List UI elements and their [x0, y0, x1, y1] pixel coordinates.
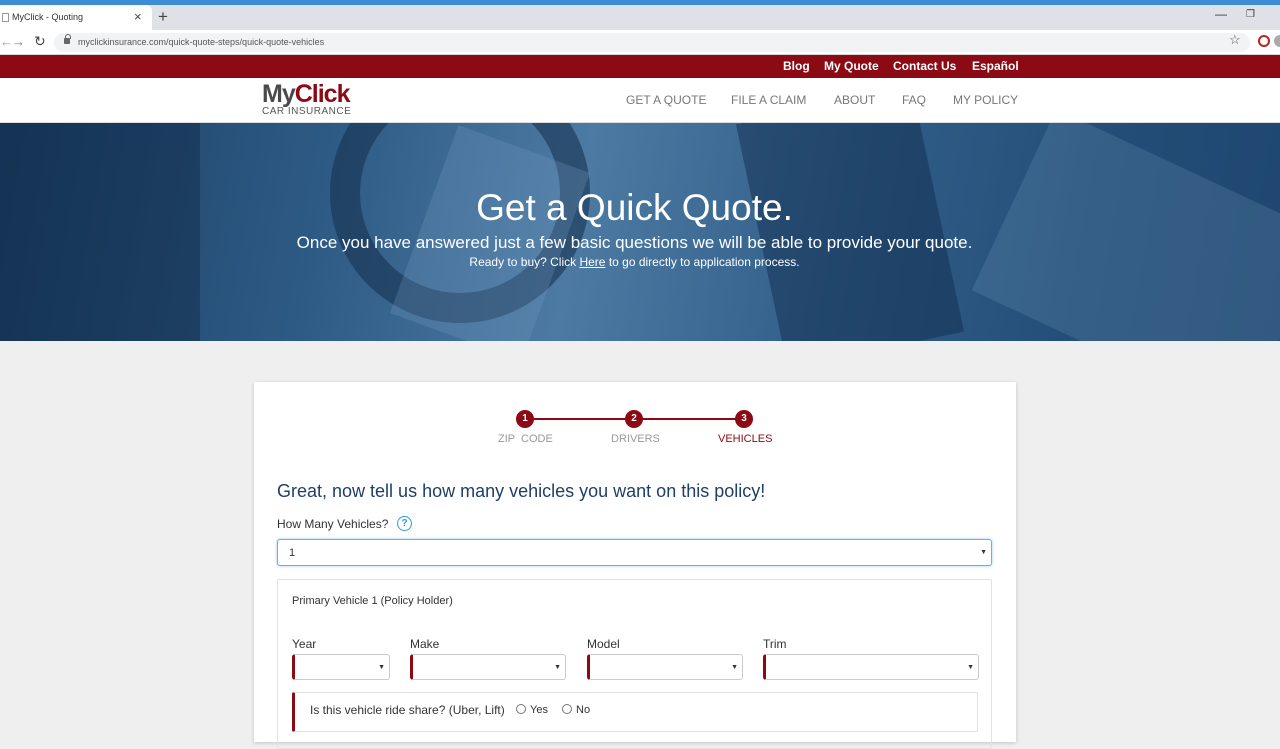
model-select[interactable]: ▼ — [587, 654, 743, 680]
hero-background-shape — [735, 123, 965, 341]
quote-form-card: 1 2 3 ZIP CODE DRIVERS VEHICLES Great, n… — [254, 382, 1016, 749]
vehicle-title: Primary Vehicle 1 (Policy Holder) — [292, 595, 453, 607]
form-heading: Great, now tell us how many vehicles you… — [277, 481, 766, 501]
page-icon — [2, 13, 9, 22]
utility-bar: Blog My Quote Contact Us Español — [0, 55, 1280, 78]
reload-icon[interactable]: ↻ — [34, 33, 46, 50]
url-text: myclickinsurance.com/quick-quote-steps/q… — [78, 37, 325, 47]
restore-icon[interactable]: ❐ — [1246, 9, 1256, 20]
profile-icon[interactable] — [1274, 35, 1280, 47]
here-link[interactable]: Here — [579, 255, 605, 269]
make-select[interactable]: ▼ — [410, 654, 566, 680]
chevron-down-icon: ▼ — [967, 664, 974, 671]
nav-get-a-quote[interactable]: GET A QUOTE — [626, 93, 706, 107]
rideshare-no-radio[interactable] — [562, 704, 572, 714]
make-label: Make — [410, 637, 440, 651]
forward-arrow-icon[interactable]: → — [12, 34, 25, 49]
step-3-label: VEHICLES — [718, 433, 773, 445]
help-icon[interactable]: ? — [397, 516, 412, 531]
rideshare-yes-radio[interactable] — [516, 704, 526, 714]
site-logo[interactable]: MyClick CAR INSURANCE — [262, 80, 362, 120]
site-header: MyClick CAR INSURANCE GET A QUOTE FILE A… — [0, 78, 1280, 123]
year-label: Year — [292, 637, 317, 651]
hero-banner: Get a Quick Quote. Once you have answere… — [0, 123, 1280, 341]
extension-icon[interactable] — [1258, 35, 1270, 47]
trim-select[interactable]: ▼ — [763, 654, 979, 680]
rideshare-yes-label: Yes — [530, 704, 548, 716]
rideshare-question-panel: Is this vehicle ride share? (Uber, Lift)… — [292, 692, 978, 732]
nav-faq[interactable]: FAQ — [902, 93, 926, 107]
address-bar[interactable]: myclickinsurance.com/quick-quote-steps/q… — [54, 33, 1250, 52]
nav-my-policy[interactable]: MY POLICY — [953, 93, 1018, 107]
browser-toolbar: ← → ↻ myclickinsurance.com/quick-quote-s… — [0, 30, 1280, 55]
year-select[interactable]: ▼ — [292, 654, 390, 680]
nav-file-a-claim[interactable]: FILE A CLAIM — [731, 93, 806, 107]
bookmark-star-icon[interactable]: ☆ — [1229, 32, 1241, 48]
step-3-marker: 3 — [735, 410, 753, 428]
blog-link[interactable]: Blog — [783, 59, 810, 73]
rideshare-no-label: No — [576, 704, 591, 716]
new-tab-icon[interactable]: + — [158, 7, 168, 27]
hero-title: Get a Quick Quote. — [476, 187, 793, 228]
chevron-down-icon: ▼ — [731, 664, 738, 671]
hero-subtitle: Once you have answered just a few basic … — [296, 233, 973, 252]
chevron-down-icon: ▼ — [554, 664, 561, 671]
close-icon[interactable]: × — [134, 9, 142, 24]
my-quote-link[interactable]: My Quote — [824, 59, 879, 73]
minimize-icon[interactable]: — — [1215, 7, 1227, 21]
step-1-label: ZIP CODE — [498, 433, 553, 445]
logo-subtitle: CAR INSURANCE — [262, 106, 352, 117]
primary-vehicle-panel: Primary Vehicle 1 (Policy Holder) Year M… — [277, 579, 992, 749]
hero-background-shape — [971, 123, 1280, 341]
step-1-marker: 1 — [516, 410, 534, 428]
hero-cta-text: Ready to buy? Click Here to go directly … — [469, 255, 800, 269]
trim-label: Trim — [763, 637, 787, 651]
vehicles-count-select[interactable]: 1 ▼ — [277, 539, 992, 566]
contact-us-link[interactable]: Contact Us — [893, 59, 956, 73]
browser-tab-bar: MyClick - Quoting × + — ❐ — [0, 5, 1280, 30]
tab-title: MyClick - Quoting — [12, 12, 84, 22]
chevron-down-icon: ▼ — [980, 549, 987, 556]
nav-about[interactable]: ABOUT — [834, 93, 875, 107]
vehicles-count-value: 1 — [289, 547, 296, 559]
model-label: Model — [587, 637, 620, 651]
rideshare-question: Is this vehicle ride share? (Uber, Lift) — [310, 703, 505, 717]
espanol-link[interactable]: Español — [972, 59, 1019, 73]
hero-background-shape — [0, 123, 200, 341]
vehicles-count-label: How Many Vehicles? — [277, 517, 389, 531]
chevron-down-icon: ▼ — [378, 664, 385, 671]
step-2-marker: 2 — [625, 410, 643, 428]
browser-tab[interactable]: MyClick - Quoting × — [0, 5, 152, 30]
lock-icon — [64, 34, 71, 44]
step-2-label: DRIVERS — [611, 433, 660, 445]
logo-wordmark: MyClick — [262, 80, 350, 108]
